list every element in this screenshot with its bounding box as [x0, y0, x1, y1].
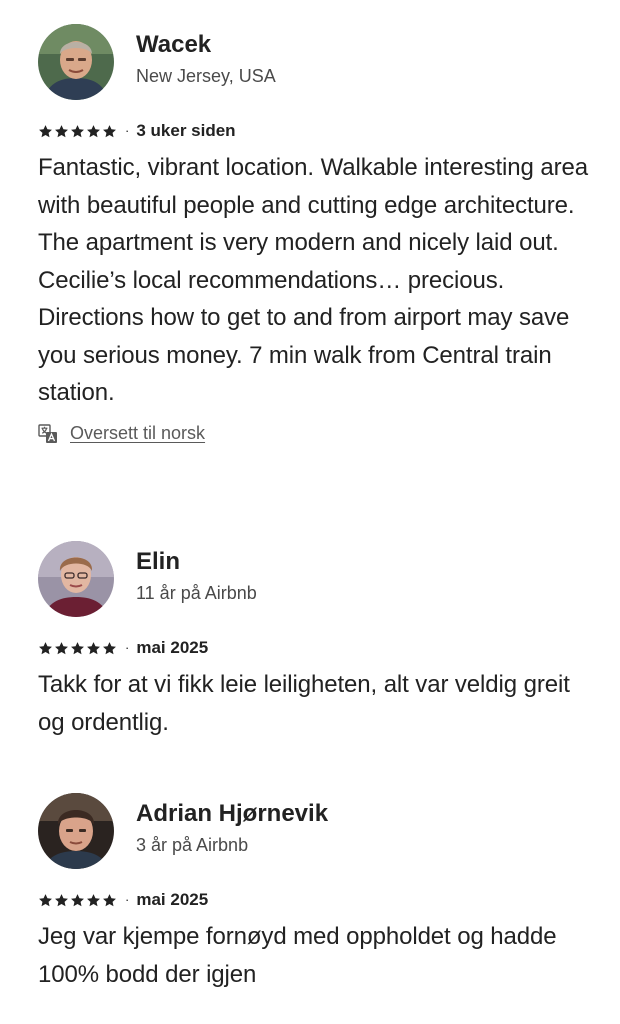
reviewer-name: Elin — [136, 548, 181, 575]
star-icon — [39, 893, 52, 906]
rating-line: · mai 2025 — [38, 890, 598, 910]
review-card: Elin 11 år på Airbnb · mai 2025 Takk for… — [38, 541, 598, 741]
star-icon — [103, 641, 116, 654]
review-card: Wacek New Jersey, USA · 3 uker siden Fan… — [38, 24, 598, 448]
star-icon — [87, 641, 100, 654]
review-card: Adrian Hjørnevik 3 år på Airbnb · mai 20… — [38, 793, 598, 993]
review-text: Fantastic, vibrant location. Walkable in… — [38, 154, 588, 406]
star-icon — [55, 124, 68, 137]
star-rating — [38, 641, 117, 656]
reviewer-header: Wacek New Jersey, USA — [38, 24, 598, 100]
separator-dot: · — [125, 640, 130, 655]
star-icon — [71, 641, 84, 654]
reviewer-tenure: 11 år på Airbnb — [136, 583, 257, 603]
star-icon — [39, 124, 52, 137]
translate-icon — [38, 423, 57, 443]
rating-line: · mai 2025 — [38, 638, 598, 658]
translate-link[interactable]: Oversett til norsk — [70, 423, 205, 444]
reviewer-header: Elin 11 år på Airbnb — [38, 541, 598, 617]
star-rating — [38, 124, 117, 139]
avatar[interactable] — [38, 793, 114, 869]
star-icon — [55, 893, 68, 906]
star-icon — [39, 641, 52, 654]
avatar[interactable] — [38, 24, 114, 100]
separator-dot: · — [125, 123, 130, 138]
star-icon — [103, 893, 116, 906]
reviewer-tenure: 3 år på Airbnb — [136, 835, 249, 855]
avatar[interactable] — [38, 541, 114, 617]
reviewer-header: Adrian Hjørnevik 3 år på Airbnb — [38, 793, 598, 869]
reviewer-name: Wacek — [136, 31, 212, 58]
review-text: Takk for at vi fikk leie leiligheten, al… — [38, 671, 570, 736]
review-text: Jeg var kjempe fornøyd med oppholdet og … — [38, 923, 557, 988]
reviewer-location: New Jersey, USA — [136, 66, 276, 86]
translate-row[interactable]: Oversett til norsk — [38, 420, 598, 448]
star-icon — [87, 124, 100, 137]
star-rating — [38, 893, 117, 908]
reviewer-name: Adrian Hjørnevik — [136, 800, 329, 827]
separator-dot: · — [125, 892, 130, 907]
review-date: mai 2025 — [136, 638, 209, 657]
review-date: mai 2025 — [136, 890, 209, 909]
star-icon — [55, 641, 68, 654]
star-icon — [103, 124, 116, 137]
star-icon — [87, 893, 100, 906]
review-date: 3 uker siden — [136, 121, 236, 140]
rating-line: · 3 uker siden — [38, 121, 598, 141]
star-icon — [71, 124, 84, 137]
star-icon — [71, 893, 84, 906]
